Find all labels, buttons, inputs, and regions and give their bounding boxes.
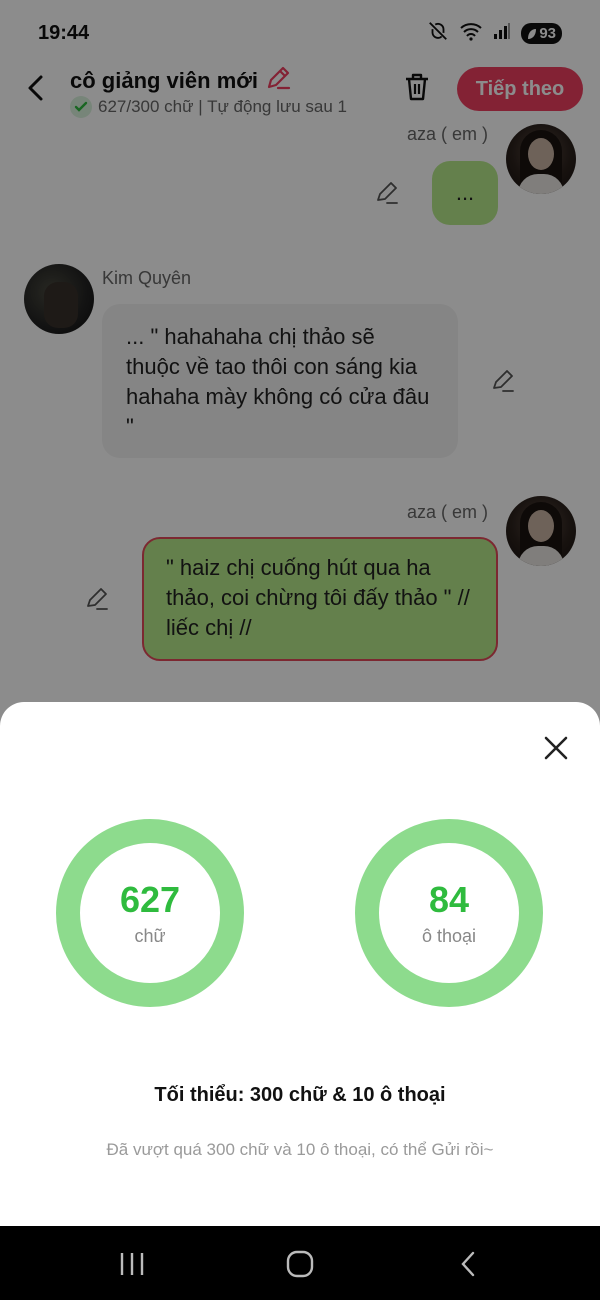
close-button[interactable]	[540, 732, 572, 764]
home-icon	[286, 1250, 314, 1278]
screen: 19:44 93 cô giảng viên mới 627/300 chữ |…	[0, 0, 600, 1300]
recents-button[interactable]	[112, 1244, 152, 1284]
back-nav-icon	[461, 1251, 475, 1277]
stats-sheet: 627 chữ 84 ô thoại Tối thiểu: 300 chữ & …	[0, 702, 600, 1226]
dialog-count-ring: 84 ô thoại	[355, 819, 543, 1007]
dialog-count-label: ô thoại	[421, 925, 477, 946]
word-count-label: chữ	[134, 925, 166, 946]
requirement-hint: Đã vượt quá 300 chữ và 10 ô thoại, có th…	[106, 1140, 494, 1159]
minimum-requirement: Tối thiểu: 300 chữ & 10 ô thoại	[154, 1084, 446, 1106]
dialog-count-value: 84	[428, 878, 470, 920]
word-count-value: 627	[119, 878, 181, 920]
recents-icon	[120, 1253, 144, 1275]
word-count-ring: 627 chữ	[56, 819, 244, 1007]
system-nav-bar	[0, 1226, 600, 1300]
close-icon	[544, 736, 568, 760]
home-button[interactable]	[280, 1244, 320, 1284]
back-nav-button[interactable]	[448, 1244, 488, 1284]
